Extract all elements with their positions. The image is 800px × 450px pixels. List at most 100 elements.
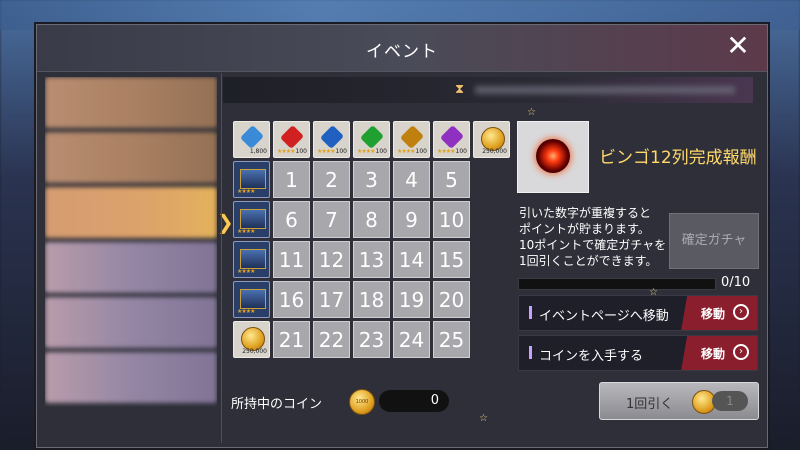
bingo-number-cell: 24 [393, 321, 430, 358]
bingo-number-cell: 10 [433, 201, 470, 238]
bingo-number-cell: 15 [433, 241, 470, 278]
rarity-stars: ★★★★ [237, 188, 255, 195]
coin-label: 所持中のコイン [231, 397, 323, 412]
bingo-number-cell: 4 [393, 161, 430, 198]
event-list-item[interactable] [45, 297, 217, 348]
bingo-number-cell: 21 [273, 321, 310, 358]
rarity-stars: ★★★★ [237, 268, 255, 275]
bingo-number-cell: 9 [393, 201, 430, 238]
description-text: 引いた数字が重複すると ポイントが貯まります。 10ポイントで確定ガチャを 1回… [519, 206, 667, 268]
ticket-reward-cell[interactable]: ★★★★ [233, 201, 270, 238]
ticket-reward-cell[interactable]: ★★★★ [233, 241, 270, 278]
coin-icon: 1000 [349, 389, 375, 415]
event-list-item[interactable] [45, 77, 217, 128]
rarity-stars: ★★★★ [237, 228, 255, 235]
bingo-number-cell: 3 [353, 161, 390, 198]
reward-title: ビンゴ12列完成報酬 [599, 148, 757, 168]
event-list-item[interactable] [45, 352, 217, 403]
item-amount: 1,800 [249, 148, 267, 155]
bingo-number-cell: 2 [313, 161, 350, 198]
go-button[interactable]: 移動 › [677, 296, 757, 330]
ticket-reward-cell[interactable]: ★★★★ [233, 161, 270, 198]
rarity-stars: ★★★★ [277, 148, 295, 155]
event-list-item[interactable] [45, 242, 217, 293]
item-amount: 100 [335, 148, 347, 155]
points-progress-bar [518, 278, 716, 290]
gem-icon [359, 124, 385, 150]
event-modal: イベント ✕ ❯ ⧗ 1,800 ★★★★ 100 ★★★★ 100 ★★★★ 100 ★★★… [36, 24, 768, 448]
selected-arrow-icon: ❯ [217, 210, 234, 234]
sparkle-icon: ☆ [649, 287, 658, 298]
rarity-stars: ★★★★ [397, 148, 415, 155]
coin-reward-cell[interactable]: 250,000 [233, 321, 270, 358]
bingo-number-cell: 22 [313, 321, 350, 358]
hourglass-icon: ⧗ [455, 82, 465, 97]
bingo-number-cell: 19 [393, 281, 430, 318]
item-amount: 100 [295, 148, 307, 155]
gem-icon [239, 124, 265, 150]
gem-reward-cell[interactable]: ★★★★ 100 [273, 121, 310, 158]
modal-titlebar: イベント ✕ [37, 25, 767, 72]
bingo-number-cell: 18 [353, 281, 390, 318]
divider [221, 73, 222, 443]
rarity-stars: ★★★★ [437, 148, 455, 155]
link-label: コインを入手する [539, 349, 644, 364]
bingo-number-cell: 20 [433, 281, 470, 318]
gem-reward-cell[interactable]: ★★★★ 100 [393, 121, 430, 158]
event-list-item[interactable] [45, 132, 217, 183]
rarity-stars: ★★★★ [237, 308, 255, 315]
coin-reward-cell[interactable]: 250,000 [473, 121, 510, 158]
go-button[interactable]: 移動 › [677, 336, 757, 370]
item-amount: 100 [455, 148, 467, 155]
get-coins-link[interactable]: コインを入手する 移動 › [518, 335, 758, 371]
ticket-icon [240, 169, 266, 189]
ticket-icon [240, 249, 266, 269]
item-amount: 100 [415, 148, 427, 155]
bingo-number-cell: 25 [433, 321, 470, 358]
event-period-bar: ⧗ [223, 77, 753, 103]
sparkle-icon: ☆ [479, 413, 488, 424]
bingo-number-cell: 13 [353, 241, 390, 278]
close-icon[interactable]: ✕ [723, 31, 753, 61]
ticket-reward-cell[interactable]: ★★★★ [233, 281, 270, 318]
gem-reward-cell[interactable]: 1,800 [233, 121, 270, 158]
gem-reward-cell[interactable]: ★★★★ 100 [433, 121, 470, 158]
item-amount: 100 [375, 148, 387, 155]
bingo-number-cell: 11 [273, 241, 310, 278]
gem-icon [319, 124, 345, 150]
bingo-number-cell: 23 [353, 321, 390, 358]
bingo-number-cell: 8 [353, 201, 390, 238]
progress-text: 0/10 [721, 275, 751, 290]
event-list-item-active[interactable] [45, 187, 217, 238]
go-label: 移動 [701, 347, 726, 361]
bingo-number-cell: 17 [313, 281, 350, 318]
rarity-stars: ★★★★ [317, 148, 335, 155]
coin-count: 0 [379, 390, 449, 412]
link-marker [529, 346, 532, 359]
gem-reward-cell[interactable]: ★★★★ 100 [313, 121, 350, 158]
bingo-number-cell: 1 [273, 161, 310, 198]
bingo-number-cell: 16 [273, 281, 310, 318]
gem-icon [439, 124, 465, 150]
bingo-number-cell: 12 [313, 241, 350, 278]
pull-once-button[interactable]: 1回引く 1 [599, 382, 759, 420]
ticket-icon [240, 289, 266, 309]
gem-reward-cell[interactable]: ★★★★ 100 [353, 121, 390, 158]
bingo-number-cell: 14 [393, 241, 430, 278]
confirm-gacha-button[interactable]: 確定ガチャ [669, 213, 759, 269]
link-label: イベントページへ移動 [539, 309, 669, 324]
pull-label: 1回引く [626, 397, 674, 412]
bingo-number-cell: 5 [433, 161, 470, 198]
reward-item[interactable] [517, 121, 589, 193]
sparkle-icon: ☆ [527, 107, 536, 118]
chevron-right-icon: › [733, 304, 749, 320]
event-page-link[interactable]: イベントページへ移動 移動 › [518, 295, 758, 331]
gem-icon [279, 124, 305, 150]
rarity-stars: ★★★★ [357, 148, 375, 155]
link-marker [529, 306, 532, 319]
bingo-number-cell: 7 [313, 201, 350, 238]
modal-title: イベント [366, 42, 438, 62]
ticket-icon [240, 209, 266, 229]
bingo-number-cell: 6 [273, 201, 310, 238]
go-label: 移動 [701, 307, 726, 321]
